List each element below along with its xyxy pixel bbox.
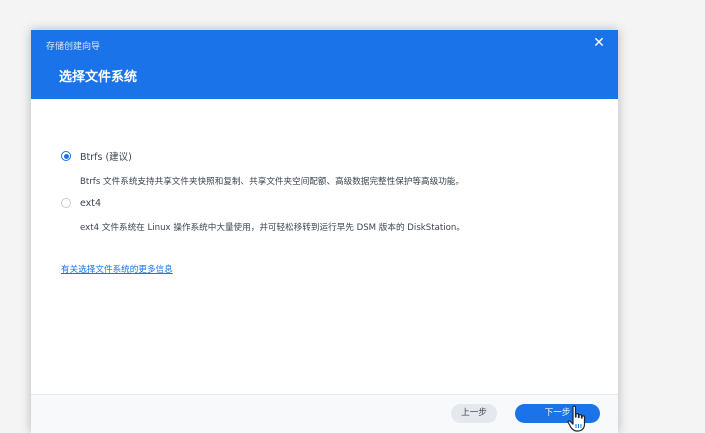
more-info-link[interactable]: 有关选择文件系统的更多信息: [61, 263, 173, 275]
option-ext4-description: ext4 文件系统在 Linux 操作系统中大量使用，并可轻松移转到运行早先 D…: [80, 223, 465, 233]
storage-creation-wizard-dialog: 存储创建向导 ✕ 选择文件系统 Btrfs (建议) Btrfs 文件系统支持共…: [31, 30, 618, 433]
next-button[interactable]: 下一步: [515, 404, 600, 423]
dialog-content: Btrfs (建议) Btrfs 文件系统支持共享文件夹快照和复制、共享文件夹空…: [31, 99, 618, 394]
close-button[interactable]: ✕: [592, 36, 606, 50]
option-ext4-label: ext4: [80, 197, 102, 209]
dialog-footer: 上一步 下一步: [31, 394, 618, 433]
radio-ext4[interactable]: [61, 198, 71, 208]
option-btrfs-label: Btrfs (建议): [80, 152, 132, 163]
wizard-name: 存储创建向导: [46, 42, 101, 52]
option-btrfs[interactable]: Btrfs (建议): [61, 148, 132, 164]
radio-btrfs[interactable]: [61, 151, 71, 161]
option-ext4[interactable]: ext4: [61, 195, 101, 211]
dialog-title: 选择文件系统: [59, 70, 138, 85]
close-icon: ✕: [593, 35, 605, 51]
option-btrfs-description: Btrfs 文件系统支持共享文件夹快照和复制、共享文件夹空间配额、高级数据完整性…: [80, 177, 464, 187]
prev-button[interactable]: 上一步: [451, 404, 497, 423]
dialog-header: 存储创建向导 ✕ 选择文件系统: [31, 30, 618, 99]
